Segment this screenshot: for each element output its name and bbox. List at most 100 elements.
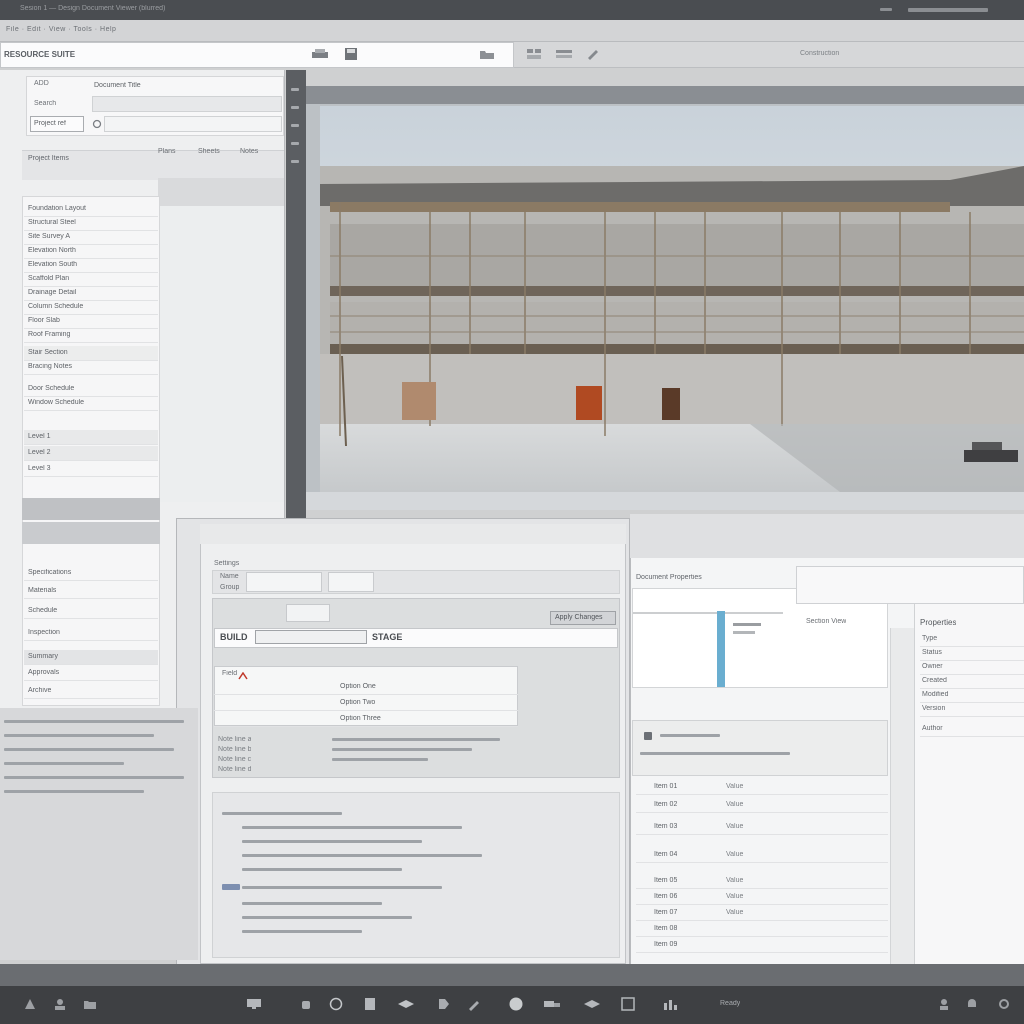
construction-site-image [320,106,1024,492]
bell-icon[interactable] [962,994,982,1014]
settings-icon[interactable] [994,994,1014,1014]
layers-icon[interactable] [554,46,574,62]
tools-icon[interactable] [584,46,602,62]
menu-edit[interactable]: Edit [27,26,41,33]
left-header-title: Document Title [94,82,141,89]
list-item[interactable]: Item 05 Value [636,874,888,889]
list-item[interactable]: Item 03 Value [636,820,888,835]
save-icon[interactable] [342,46,360,62]
property-row[interactable]: Owner [920,660,1024,675]
grid-icon[interactable] [524,46,544,62]
list-item[interactable]: Approvals [24,666,158,681]
list-item[interactable]: Structural Steel [24,216,158,231]
list-item[interactable]: Roof Framing [24,328,158,343]
list-item[interactable]: Summary [24,650,158,665]
list-item[interactable]: Item 06 Value [636,890,888,905]
globe-icon[interactable] [326,994,346,1014]
list-item[interactable]: Item 01 Value [636,780,888,795]
list-item[interactable]: Level 3 [24,462,158,477]
dialog-apply-button[interactable]: Apply Changes [550,611,616,625]
dialog-small-field[interactable] [286,604,330,622]
window-controls[interactable] [880,5,1000,15]
list-item[interactable]: Column Schedule [24,300,158,315]
left-vertical-toolbar-icons[interactable] [289,88,303,168]
dialog-field2-input[interactable] [328,572,374,592]
list-item[interactable]: Item 08 [636,922,888,937]
list-item[interactable]: Archive [24,684,158,699]
start-icon[interactable] [20,994,40,1014]
table-row[interactable]: Option One [214,680,518,695]
chart-icon[interactable] [660,994,680,1014]
list-item[interactable]: Item 04 Value [636,848,888,863]
list-item[interactable]: Materials [24,584,158,599]
list-item[interactable]: Door Schedule [24,382,158,397]
list-item[interactable]: Level 1 [24,430,158,445]
menu-tools[interactable]: Tools [73,26,92,33]
status-text: Ready [720,1000,741,1007]
table-row[interactable]: Option Three [214,712,518,727]
chat-icon[interactable] [506,994,526,1014]
list-item[interactable]: Level 2 [24,446,158,461]
monitor-icon[interactable] [244,994,264,1014]
dialog-note: Note line b [218,746,252,753]
folder-icon[interactable] [478,47,496,61]
menu-view[interactable]: View [49,26,66,33]
project-tab-notes[interactable]: Notes [240,148,258,155]
list-item[interactable]: Schedule [24,604,158,619]
right-scroll-strip[interactable] [890,628,914,964]
property-row[interactable]: Modified [920,688,1024,703]
document-icon[interactable] [360,994,380,1014]
list-item[interactable]: Drainage Detail [24,286,158,301]
person-icon[interactable] [934,994,954,1014]
list-item[interactable]: Elevation South [24,258,158,273]
cap2-icon[interactable] [582,994,602,1014]
property-row[interactable]: Version [920,702,1024,717]
properties-title: Properties [920,618,957,627]
list-item[interactable]: Window Schedule [24,396,158,411]
list-item[interactable]: Scaffold Plan [24,272,158,287]
list-item[interactable]: Item 09 [636,938,888,953]
left-panel-blank-area [160,206,284,502]
dialog-titlebar [200,524,626,544]
hand-icon[interactable] [296,994,316,1014]
printer-icon[interactable] [310,47,330,61]
property-row[interactable]: Status [920,646,1024,661]
menu-file[interactable]: File [6,26,19,33]
menu-items[interactable]: File · Edit · View · Tools · Help [6,26,266,33]
left-search-label: Search [34,100,57,107]
pen-icon[interactable] [464,994,484,1014]
list-item[interactable]: Stair Section [24,346,158,361]
menu-help[interactable]: Help [100,26,116,33]
list-item[interactable]: Bracing Notes [24,360,158,375]
cap-icon[interactable] [396,994,416,1014]
refresh-icon[interactable] [90,117,104,131]
list-item[interactable]: Inspection [24,626,158,641]
tag-icon[interactable] [434,994,454,1014]
property-row[interactable]: Created [920,674,1024,689]
property-row[interactable]: Type [920,632,1024,647]
project-tab-sheets[interactable]: Sheets [198,148,220,155]
left-header-field2[interactable] [104,116,282,132]
list-item[interactable]: Item 02 Value [636,798,888,813]
table-row[interactable]: Option Two [214,696,518,711]
toolbar-right-label: Construction [800,50,840,57]
list-item[interactable]: Item 07 Value [636,906,888,921]
address-bar[interactable] [0,42,514,68]
section-caption: Section View [806,618,847,625]
right-titlebar [630,514,1024,558]
list-item[interactable]: Foundation Layout [24,202,158,217]
project-tab-plans[interactable]: Plans [158,148,176,155]
list-item[interactable]: Specifications [24,566,158,581]
window-icon[interactable] [618,994,638,1014]
truck-icon[interactable] [542,994,562,1014]
list-item[interactable]: Elevation North [24,244,158,259]
list-item[interactable]: Site Survey A [24,230,158,245]
section-header-box [796,566,1024,604]
folder-icon[interactable] [80,994,100,1014]
user-icon[interactable] [50,994,70,1014]
viewer-image[interactable] [320,106,1024,492]
list-item[interactable]: Floor Slab [24,314,158,329]
dialog-field1-input[interactable] [246,572,322,592]
dialog-table-header: Field [222,670,238,677]
property-row[interactable]: Author [920,722,1024,737]
